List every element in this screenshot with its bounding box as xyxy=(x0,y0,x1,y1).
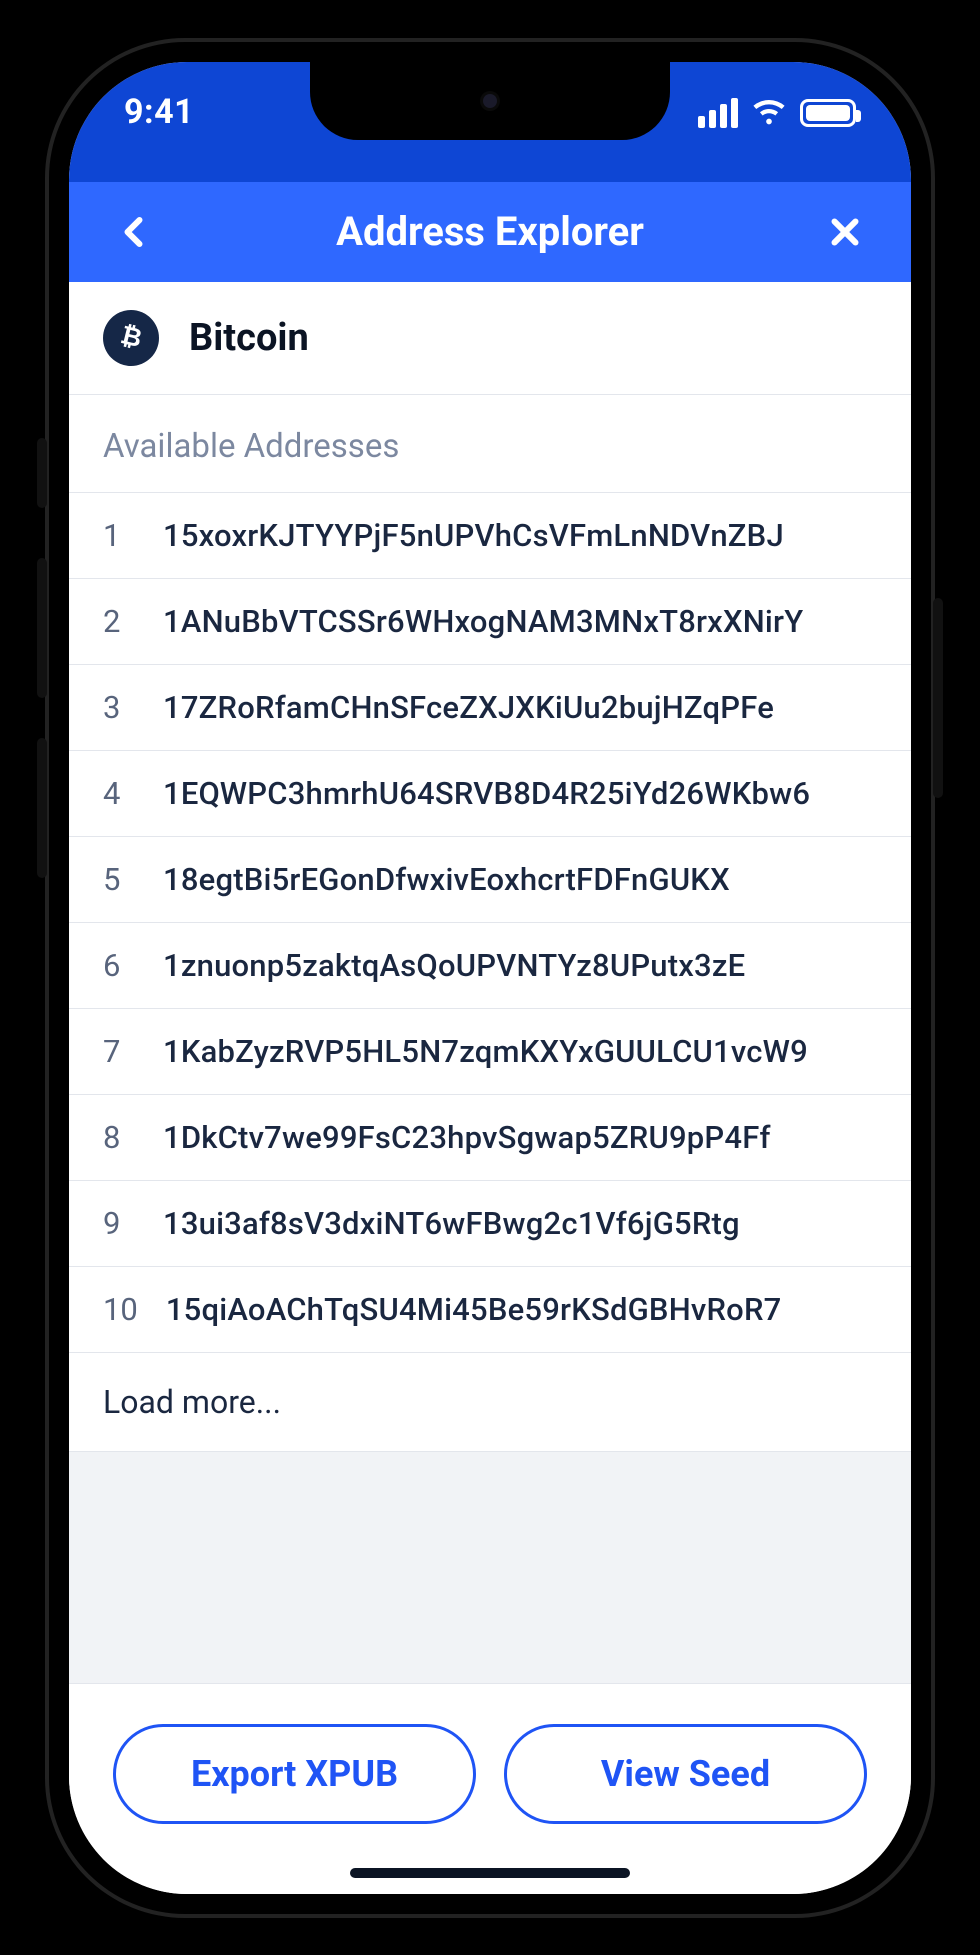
address-row[interactable]: 6 1znuonp5zaktqAsQoUPVNTYz8UPutx3zE xyxy=(69,923,911,1009)
address-value: 15qiAoAChTqSU4Mi45Be59rKSdGBHvRoR7 xyxy=(166,1291,782,1328)
side-button xyxy=(37,558,47,698)
empty-area xyxy=(69,1452,911,1684)
coin-name: Bitcoin xyxy=(189,316,309,360)
address-value: 1KabZyzRVP5HL5N7zqmKXYxGUULCU1vcW9 xyxy=(163,1033,808,1070)
address-value: 17ZRoRfamCHnSFceZXJXKiUu2bujHZqPFe xyxy=(163,689,774,726)
address-index: 10 xyxy=(103,1291,138,1328)
address-row[interactable]: 2 1ANuBbVTCSSr6WHxogNAM3MNxT8rxXNirY xyxy=(69,579,911,665)
address-index: 3 xyxy=(103,689,135,726)
battery-icon xyxy=(800,99,856,127)
address-value: 1DkCtv7we99FsC23hpvSgwap5ZRU9pP4Ff xyxy=(163,1119,771,1156)
screen: 9:41 Address Explorer xyxy=(69,62,911,1894)
address-index: 1 xyxy=(103,517,135,554)
address-value: 13ui3af8sV3dxiNT6wFBwg2c1Vf6jG5Rtg xyxy=(163,1205,740,1242)
address-value: 1znuonp5zaktqAsQoUPVNTYz8UPutx3zE xyxy=(163,947,745,984)
phone-frame: 9:41 Address Explorer xyxy=(45,38,935,1918)
signal-icon xyxy=(698,98,738,128)
navbar: Address Explorer xyxy=(69,182,911,282)
export-xpub-button[interactable]: Export XPUB xyxy=(113,1724,476,1824)
address-row[interactable]: 8 1DkCtv7we99FsC23hpvSgwap5ZRU9pP4Ff xyxy=(69,1095,911,1181)
address-row[interactable]: 5 18egtBi5rEGonDfwxivEoxhcrtFDFnGUKX xyxy=(69,837,911,923)
address-value: 1ANuBbVTCSSr6WHxogNAM3MNxT8rxXNirY xyxy=(163,603,803,640)
home-indicator xyxy=(350,1868,630,1878)
back-button[interactable] xyxy=(111,208,159,256)
notch xyxy=(310,62,670,140)
address-row[interactable]: 7 1KabZyzRVP5HL5N7zqmKXYxGUULCU1vcW9 xyxy=(69,1009,911,1095)
view-seed-button[interactable]: View Seed xyxy=(504,1724,867,1824)
address-index: 4 xyxy=(103,775,135,812)
address-row[interactable]: 3 17ZRoRfamCHnSFceZXJXKiUu2bujHZqPFe xyxy=(69,665,911,751)
svg-text:₿: ₿ xyxy=(118,321,145,353)
address-index: 8 xyxy=(103,1119,135,1156)
status-icons xyxy=(698,96,856,130)
side-button xyxy=(37,438,47,508)
address-index: 6 xyxy=(103,947,135,984)
address-value: 18egtBi5rEGonDfwxivEoxhcrtFDFnGUKX xyxy=(163,861,730,898)
address-index: 2 xyxy=(103,603,135,640)
address-index: 7 xyxy=(103,1033,135,1070)
section-heading: Available Addresses xyxy=(69,395,911,493)
address-index: 5 xyxy=(103,861,135,898)
side-button xyxy=(37,738,47,878)
close-button[interactable] xyxy=(821,208,869,256)
wifi-icon xyxy=(752,96,786,130)
address-row[interactable]: 1 15xoxrKJTYYPjF5nUPVhCsVFmLnNDVnZBJ xyxy=(69,493,911,579)
page-title: Address Explorer xyxy=(159,208,821,255)
address-row[interactable]: 9 13ui3af8sV3dxiNT6wFBwg2c1Vf6jG5Rtg xyxy=(69,1181,911,1267)
address-row[interactable]: 4 1EQWPC3hmrhU64SRVB8D4R25iYd26WKbw6 xyxy=(69,751,911,837)
bottom-actions: Export XPUB View Seed xyxy=(69,1684,911,1894)
load-more-button[interactable]: Load more... xyxy=(69,1353,911,1452)
address-value: 15xoxrKJTYYPjF5nUPVhCsVFmLnNDVnZBJ xyxy=(163,517,784,554)
address-value: 1EQWPC3hmrhU64SRVB8D4R25iYd26WKbw6 xyxy=(163,775,810,812)
address-index: 9 xyxy=(103,1205,135,1242)
coin-row[interactable]: ₿ Bitcoin xyxy=(69,282,911,395)
status-time: 9:41 xyxy=(124,92,194,132)
address-list: 1 15xoxrKJTYYPjF5nUPVhCsVFmLnNDVnZBJ 2 1ANu… xyxy=(69,493,911,1353)
address-row[interactable]: 10 15qiAoAChTqSU4Mi45Be59rKSdGBHvRoR7 xyxy=(69,1267,911,1353)
bitcoin-icon: ₿ xyxy=(103,310,159,366)
side-button xyxy=(933,598,943,798)
